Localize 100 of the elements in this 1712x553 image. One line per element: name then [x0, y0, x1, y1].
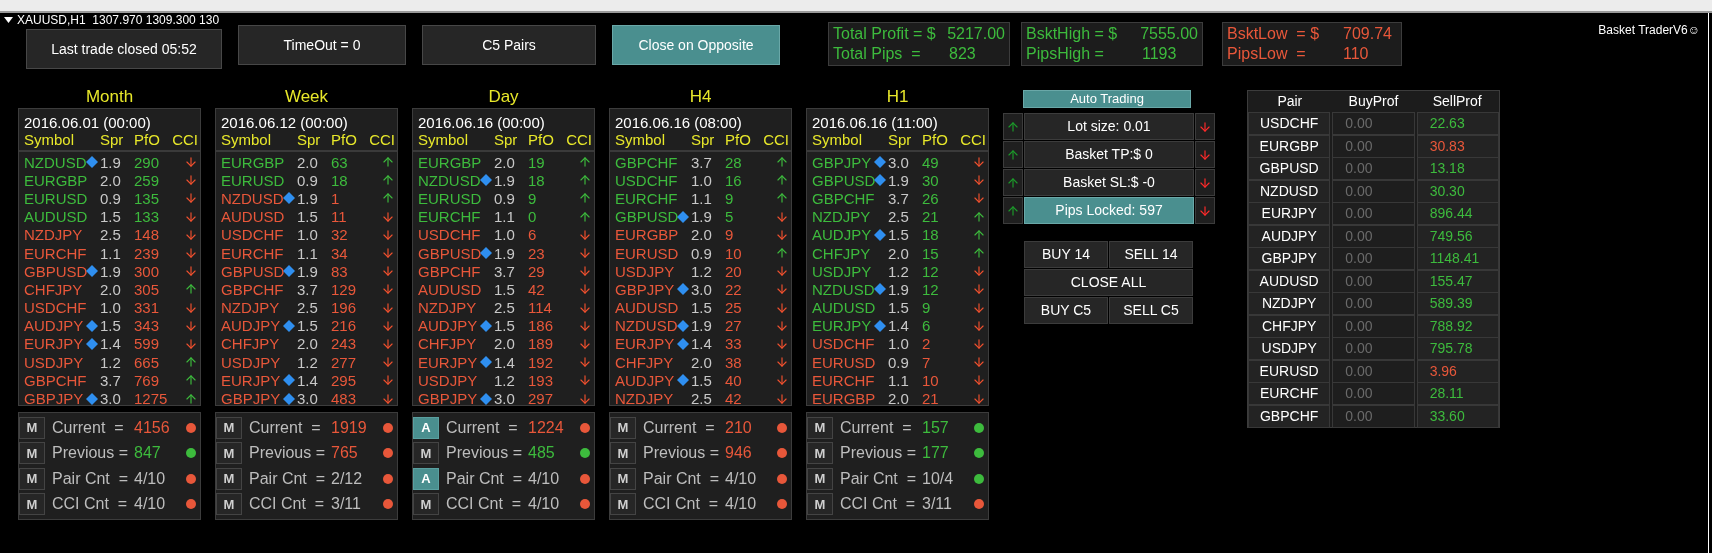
mode-button[interactable]: M: [216, 467, 242, 490]
decrease-button[interactable]: [1195, 197, 1215, 224]
mode-button[interactable]: A: [413, 416, 439, 439]
spread-value: 1.4: [100, 335, 121, 353]
pfo-value: 42: [528, 280, 545, 298]
mode-button[interactable]: M: [216, 493, 242, 516]
pfo-value: 239: [134, 244, 160, 262]
top-button[interactable]: Close on Opposite: [612, 25, 780, 65]
spread-value: 1.1: [691, 189, 712, 207]
setting-value: Lot size: 0.01: [1024, 113, 1194, 140]
panel-title: Week: [284, 87, 329, 107]
increase-button[interactable]: [1003, 169, 1023, 196]
symbol-name: EURUSD: [418, 189, 482, 207]
trade-button[interactable]: CLOSE ALL: [1024, 269, 1193, 296]
dropdown-triangle-icon[interactable]: [4, 17, 13, 23]
trade-button[interactable]: BUY 14: [1024, 241, 1108, 268]
increase-button[interactable]: [1003, 197, 1023, 224]
mode-button[interactable]: M: [610, 467, 636, 490]
spread-value: 2.5: [297, 299, 318, 317]
spread-value: 2.0: [888, 244, 909, 262]
pfo-value: 21: [922, 390, 939, 408]
spread-value: 2.5: [888, 208, 909, 226]
spread-value: 3.7: [691, 153, 712, 171]
decrease-button[interactable]: [1195, 169, 1215, 196]
spread-value: 1.5: [494, 317, 515, 335]
spread-value: 1.5: [297, 208, 318, 226]
pfo-value: 20: [725, 262, 742, 280]
stat-label: Previous =: [446, 443, 524, 464]
buy-profit-cell: 0.00: [1332, 224, 1415, 248]
symbol-name: CHFJPY: [418, 335, 477, 353]
spread-value: 1.0: [888, 335, 909, 353]
trade-button[interactable]: BUY C5: [1024, 297, 1108, 324]
mode-button[interactable]: M: [413, 493, 439, 516]
column-header: Symbol: [812, 131, 863, 148]
spread-value: 3.7: [888, 189, 909, 207]
buy-profit-cell: 0.00: [1332, 112, 1415, 135]
spread-value: 1.1: [100, 244, 121, 262]
pfo-value: 40: [725, 371, 742, 389]
spread-value: 1.5: [494, 280, 515, 298]
mode-button[interactable]: M: [216, 442, 242, 465]
mode-button[interactable]: M: [807, 467, 833, 490]
mode-button[interactable]: M: [19, 416, 45, 439]
top-button[interactable]: C5 Pairs: [422, 25, 596, 65]
spread-value: 1.5: [691, 299, 712, 317]
pfo-value: 196: [331, 299, 357, 317]
top-button[interactable]: TimeOut = 0: [238, 25, 406, 65]
stat-value: 210: [725, 417, 753, 438]
auto-trading-button[interactable]: Auto Trading: [1023, 90, 1191, 108]
trade-button[interactable]: SELL 14: [1109, 241, 1193, 268]
symbol-name: AUDUSD: [418, 280, 482, 298]
mode-button[interactable]: M: [19, 467, 45, 490]
decrease-button[interactable]: [1195, 141, 1215, 168]
spread-value: 2.0: [100, 280, 121, 298]
pfo-value: 0: [528, 208, 537, 226]
symbol-name: AUDJPY: [24, 317, 84, 335]
symbol-name: NZDJPY: [24, 226, 83, 244]
pfo-value: 6: [922, 317, 931, 335]
column-header: Spr: [888, 131, 912, 148]
stat-label: Pair Cnt =: [840, 468, 918, 489]
increase-button[interactable]: [1003, 113, 1023, 140]
symbol-name: EURCHF: [615, 189, 678, 207]
top-button[interactable]: Last trade closed 05:52: [26, 29, 222, 69]
pfo-value: 483: [331, 390, 357, 408]
pfo-value: 295: [331, 371, 357, 389]
symbol-name: GBPCHF: [24, 371, 87, 389]
trade-button[interactable]: SELL C5: [1109, 297, 1193, 324]
spread-value: 2.0: [888, 390, 909, 408]
increase-button[interactable]: [1003, 141, 1023, 168]
column-header: CCI: [763, 131, 789, 148]
stat-value: 4/10: [134, 494, 167, 515]
symbol-name: AUDJPY: [418, 317, 478, 335]
mode-button[interactable]: M: [807, 442, 833, 465]
symbol-name: AUDJPY: [615, 371, 675, 389]
mode-button[interactable]: M: [807, 416, 833, 439]
decrease-button[interactable]: [1195, 113, 1215, 140]
pfo-value: 9: [725, 189, 734, 207]
mode-button[interactable]: M: [610, 416, 636, 439]
stat-label: Previous =: [249, 443, 327, 464]
column-header: CCI: [566, 131, 592, 148]
symbol-name: NZDJPY: [221, 299, 280, 317]
stat-value: 847: [134, 443, 162, 464]
spread-value: 1.2: [888, 262, 909, 280]
stat-label: Pair Cnt =: [249, 468, 327, 489]
buy-profit-cell: 0.00: [1332, 269, 1415, 293]
mode-button[interactable]: M: [807, 493, 833, 516]
mode-button[interactable]: M: [19, 493, 45, 516]
mode-button[interactable]: M: [610, 442, 636, 465]
stat-value: 4/10: [134, 468, 167, 489]
spread-value: 1.9: [297, 189, 318, 207]
pfo-value: 186: [528, 317, 554, 335]
sell-profit-value: 30.83: [1429, 136, 1465, 156]
summary-label: BsktLow = $: [1227, 24, 1321, 44]
mode-button[interactable]: M: [413, 442, 439, 465]
mode-button[interactable]: M: [610, 493, 636, 516]
spread-value: 0.9: [691, 244, 712, 262]
mode-button[interactable]: A: [413, 467, 439, 490]
symbol-name: USDJPY: [418, 371, 478, 389]
column-header: Spr: [691, 131, 715, 148]
mode-button[interactable]: M: [19, 442, 45, 465]
mode-button[interactable]: M: [216, 416, 242, 439]
